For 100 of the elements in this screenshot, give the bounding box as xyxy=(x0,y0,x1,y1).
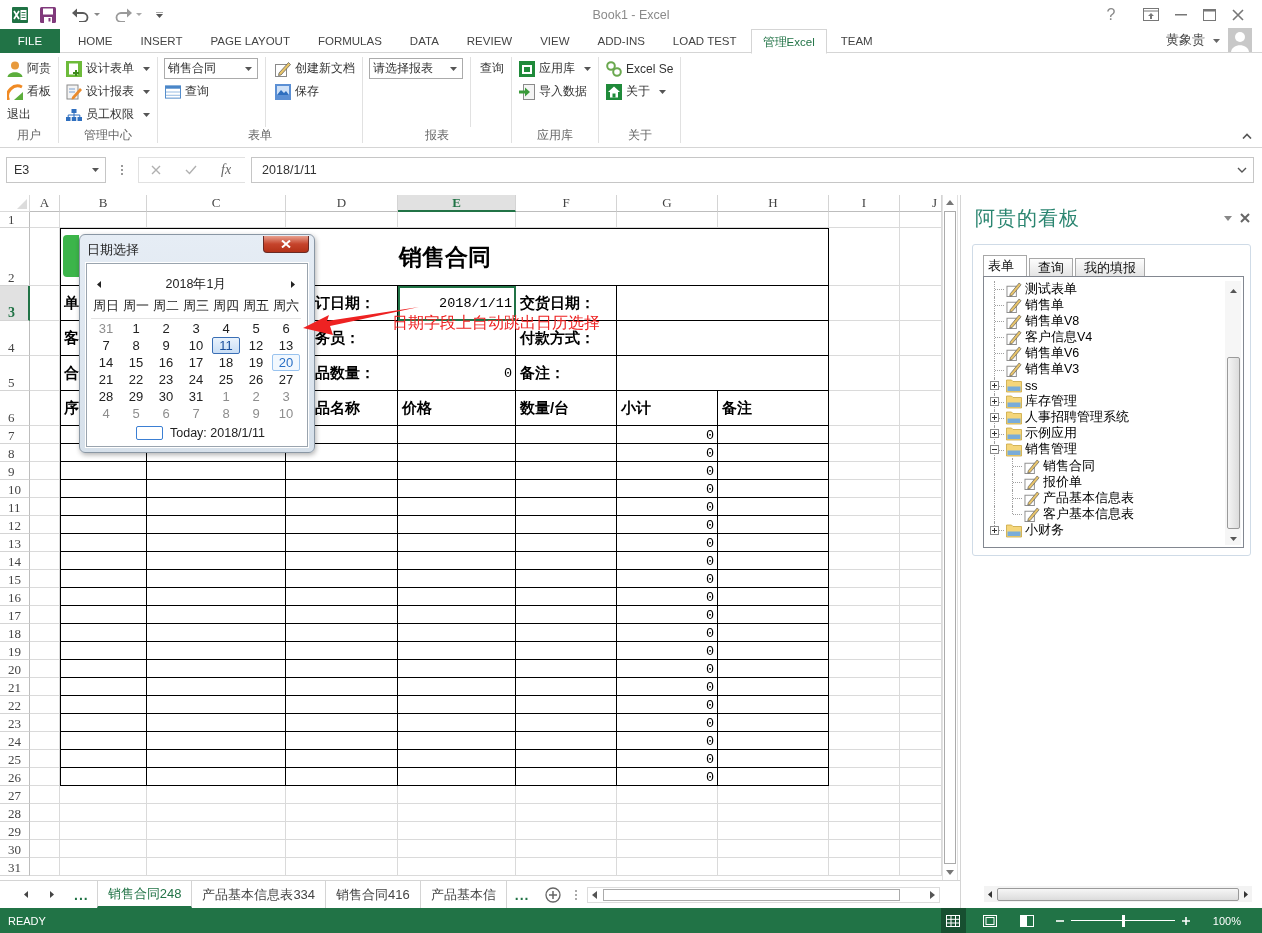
calendar-day[interactable]: 17 xyxy=(182,354,210,371)
table-cell[interactable] xyxy=(60,552,147,570)
zoom-in-icon[interactable] xyxy=(1181,916,1190,925)
table-cell[interactable] xyxy=(718,750,829,768)
table-cell[interactable] xyxy=(718,624,829,642)
table-cell[interactable] xyxy=(718,498,829,516)
table-cell[interactable]: 0 xyxy=(617,750,718,768)
sheet-tab[interactable]: 销售合同248 xyxy=(96,881,193,908)
column-header[interactable]: B xyxy=(60,195,147,212)
calendar-day[interactable]: 3 xyxy=(182,320,210,337)
tree-item[interactable]: ss xyxy=(1025,378,1038,393)
tree-item[interactable]: 示例应用 xyxy=(1025,425,1077,443)
vertical-dots-icon[interactable] xyxy=(575,889,578,900)
row-header[interactable]: 3 xyxy=(0,286,30,321)
calendar-day[interactable]: 1 xyxy=(122,320,150,337)
table-cell[interactable]: 0 xyxy=(617,516,718,534)
ribbon-tab[interactable]: PAGE LAYOUT xyxy=(196,29,304,53)
table-cell[interactable] xyxy=(516,678,617,696)
table-cell[interactable] xyxy=(718,534,829,552)
table-cell[interactable] xyxy=(398,444,516,462)
table-cell[interactable] xyxy=(516,768,617,786)
zoom-slider-thumb[interactable] xyxy=(1121,914,1125,927)
tree-item[interactable]: 销售单V6 xyxy=(1025,344,1080,362)
calendar-day[interactable]: 10 xyxy=(182,337,210,354)
table-cell[interactable] xyxy=(398,534,516,552)
table-cell[interactable] xyxy=(516,750,617,768)
column-header[interactable]: F xyxy=(516,195,617,212)
tree-item[interactable]: 报价单 xyxy=(1043,473,1082,491)
tree-item[interactable]: 客户信息V4 xyxy=(1025,328,1093,346)
table-cell[interactable] xyxy=(718,714,829,732)
row-header[interactable]: 4 xyxy=(0,321,30,356)
redo-icon[interactable] xyxy=(114,7,132,22)
row-header[interactable]: 8 xyxy=(0,444,30,462)
table-cell[interactable] xyxy=(516,462,617,480)
tree-item[interactable]: 销售单V8 xyxy=(1025,312,1080,330)
table-cell[interactable] xyxy=(147,462,286,480)
table-cell[interactable] xyxy=(516,732,617,750)
row-header[interactable]: 19 xyxy=(0,642,30,660)
row-header[interactable]: 6 xyxy=(0,391,30,426)
table-cell[interactable] xyxy=(286,696,398,714)
close-icon[interactable] xyxy=(1240,213,1250,223)
table-cell[interactable] xyxy=(286,606,398,624)
calendar-day[interactable]: 19 xyxy=(242,354,270,371)
row-header[interactable]: 21 xyxy=(0,678,30,696)
tree-item[interactable]: 客户基本信息表 xyxy=(1043,505,1134,523)
caret-icon[interactable] xyxy=(1224,215,1232,221)
calendar-day[interactable]: 26 xyxy=(242,371,270,388)
ribbon-tab[interactable]: ADD-INS xyxy=(583,29,659,53)
table-cell[interactable] xyxy=(60,534,147,552)
row-header[interactable]: 2 xyxy=(0,228,30,286)
ribbon-button[interactable]: 看板 xyxy=(6,80,52,103)
calendar-day[interactable]: 1 xyxy=(212,388,240,405)
column-header[interactable]: C xyxy=(147,195,286,212)
plus-box-icon[interactable] xyxy=(990,525,999,535)
calendar-day[interactable]: 4 xyxy=(212,320,240,337)
table-cell[interactable]: 0 xyxy=(617,480,718,498)
table-cell[interactable] xyxy=(398,426,516,444)
column-header[interactable]: I xyxy=(829,195,900,212)
ribbon-button[interactable]: 创建新文档 xyxy=(274,57,356,80)
table-cell[interactable] xyxy=(398,606,516,624)
table-cell[interactable] xyxy=(60,516,147,534)
table-cell[interactable] xyxy=(147,606,286,624)
table-cell[interactable] xyxy=(398,588,516,606)
scroll-right-icon[interactable] xyxy=(1244,890,1248,898)
table-cell[interactable] xyxy=(147,714,286,732)
previous-sheet-icon[interactable] xyxy=(24,891,28,898)
normal-view-button[interactable] xyxy=(940,908,966,933)
more-sheets-button[interactable]: ... xyxy=(66,886,97,903)
column-heading-cell[interactable]: 小计 xyxy=(617,391,718,426)
table-cell[interactable] xyxy=(147,588,286,606)
table-cell[interactable] xyxy=(718,642,829,660)
column-header[interactable]: J xyxy=(900,195,942,212)
ribbon-tab[interactable]: 管理Excel xyxy=(750,29,827,54)
table-cell[interactable] xyxy=(398,480,516,498)
table-cell[interactable] xyxy=(286,534,398,552)
undo-icon[interactable] xyxy=(72,7,90,22)
expand-icon[interactable] xyxy=(1237,167,1247,173)
table-cell[interactable] xyxy=(398,696,516,714)
table-cell[interactable] xyxy=(147,768,286,786)
table-cell[interactable] xyxy=(398,660,516,678)
pane-tab[interactable]: 我的填报 xyxy=(1075,258,1145,276)
tree-item[interactable]: 销售单 xyxy=(1025,296,1064,314)
table-cell[interactable] xyxy=(718,444,829,462)
table-cell[interactable] xyxy=(718,552,829,570)
table-cell[interactable] xyxy=(60,606,147,624)
column-heading-cell[interactable]: 价格 xyxy=(398,391,516,426)
table-cell[interactable] xyxy=(398,714,516,732)
scroll-up-icon[interactable] xyxy=(946,200,954,205)
table-cell[interactable] xyxy=(147,660,286,678)
row-header[interactable]: 29 xyxy=(0,822,30,840)
table-cell[interactable] xyxy=(398,732,516,750)
table-cell[interactable] xyxy=(516,426,617,444)
tree-item[interactable]: 销售管理 xyxy=(1025,441,1077,459)
tree-item[interactable]: 销售单V3 xyxy=(1025,361,1080,378)
table-cell[interactable]: 0 xyxy=(398,356,516,391)
scroll-right-icon[interactable] xyxy=(930,890,935,899)
row-header[interactable]: 20 xyxy=(0,660,30,678)
plus-box-icon[interactable] xyxy=(990,429,999,439)
calendar-day[interactable]: 7 xyxy=(92,337,120,354)
tree-item[interactable]: 库存管理 xyxy=(1025,393,1077,411)
